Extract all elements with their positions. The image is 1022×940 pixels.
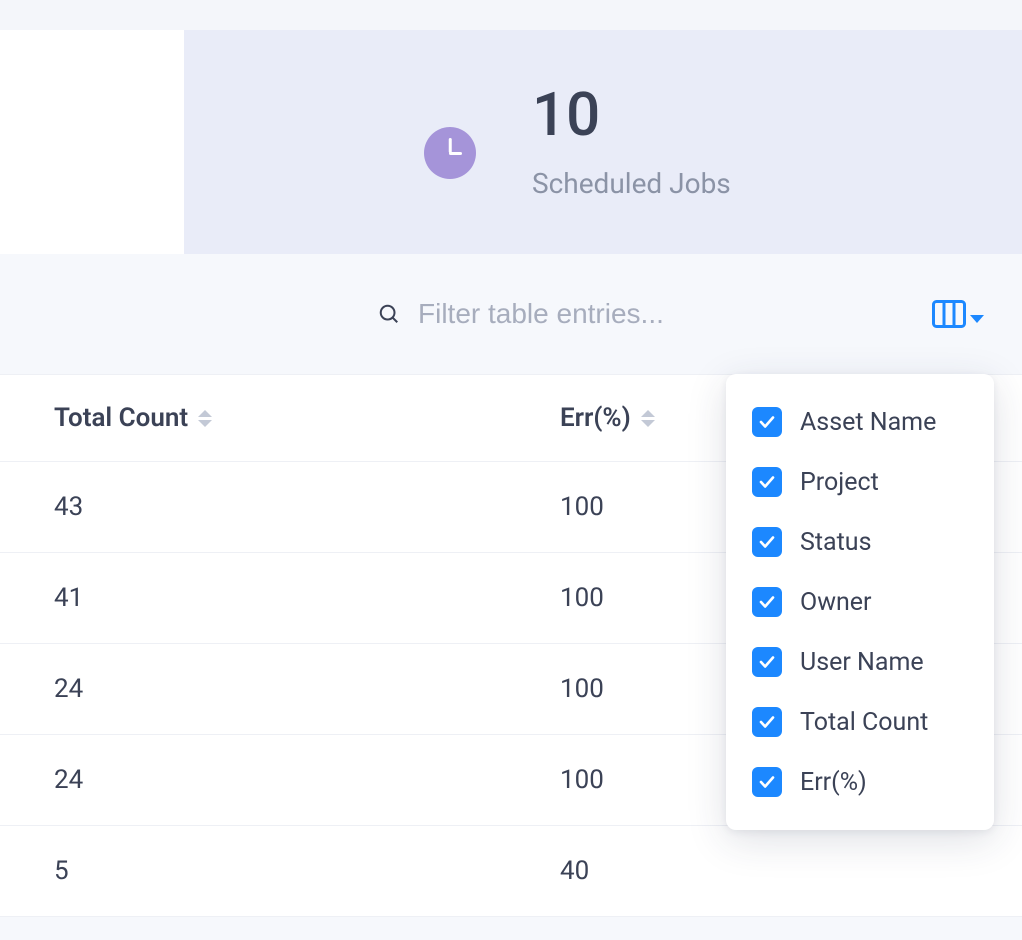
cell-total-count: 24 (0, 735, 560, 826)
top-strip (0, 0, 1022, 30)
column-toggle-label: Err(%) (800, 768, 867, 797)
table-row[interactable]: 540 (0, 826, 1022, 917)
checkbox-checked-icon (752, 647, 782, 677)
hero-left-spacer (0, 30, 184, 254)
column-toggle-item[interactable]: Status (726, 512, 994, 572)
search-wrap (378, 298, 932, 330)
sort-icon (641, 410, 655, 427)
cell-total-count: 5 (0, 826, 560, 917)
scheduled-jobs-label: Scheduled Jobs (532, 167, 731, 200)
hero-text: 10 Scheduled Jobs (532, 85, 731, 200)
cell-total-count: 24 (0, 644, 560, 735)
sort-icon (198, 410, 212, 427)
search-icon (378, 303, 400, 325)
column-toggle-item[interactable]: Err(%) (726, 752, 994, 812)
checkbox-checked-icon (752, 467, 782, 497)
column-header-total-count[interactable]: Total Count (0, 375, 560, 462)
column-toggle-item[interactable]: User Name (726, 632, 994, 692)
column-header-label: Err(%) (560, 403, 631, 433)
column-picker-menu: Asset Name Project Status Owner User Name Tot… (726, 374, 994, 830)
column-toggle-label: Asset Name (800, 408, 936, 437)
cell-err-pct: 40 (560, 826, 1022, 917)
checkbox-checked-icon (752, 767, 782, 797)
hero-row: 10 Scheduled Jobs (0, 30, 1022, 254)
scheduled-jobs-card[interactable]: 10 Scheduled Jobs (184, 30, 1022, 254)
filter-input[interactable] (418, 298, 878, 330)
filter-bar (0, 254, 1022, 374)
column-header-label: Total Count (54, 403, 188, 433)
column-toggle-label: Owner (800, 588, 872, 617)
clock-icon (424, 127, 476, 179)
columns-icon (932, 300, 966, 328)
checkbox-checked-icon (752, 707, 782, 737)
checkbox-checked-icon (752, 407, 782, 437)
checkbox-checked-icon (752, 587, 782, 617)
column-toggle-label: Total Count (800, 708, 928, 737)
column-picker-button[interactable] (932, 300, 984, 328)
column-toggle-item[interactable]: Project (726, 452, 994, 512)
chevron-down-icon (970, 315, 984, 323)
column-toggle-item[interactable]: Total Count (726, 692, 994, 752)
checkbox-checked-icon (752, 527, 782, 557)
column-toggle-label: Project (800, 468, 879, 497)
column-toggle-label: Status (800, 528, 871, 557)
column-toggle-label: User Name (800, 648, 924, 677)
column-toggle-item[interactable]: Asset Name (726, 392, 994, 452)
scheduled-jobs-count: 10 (532, 85, 731, 145)
column-toggle-item[interactable]: Owner (726, 572, 994, 632)
cell-total-count: 41 (0, 553, 560, 644)
cell-total-count: 43 (0, 462, 560, 553)
